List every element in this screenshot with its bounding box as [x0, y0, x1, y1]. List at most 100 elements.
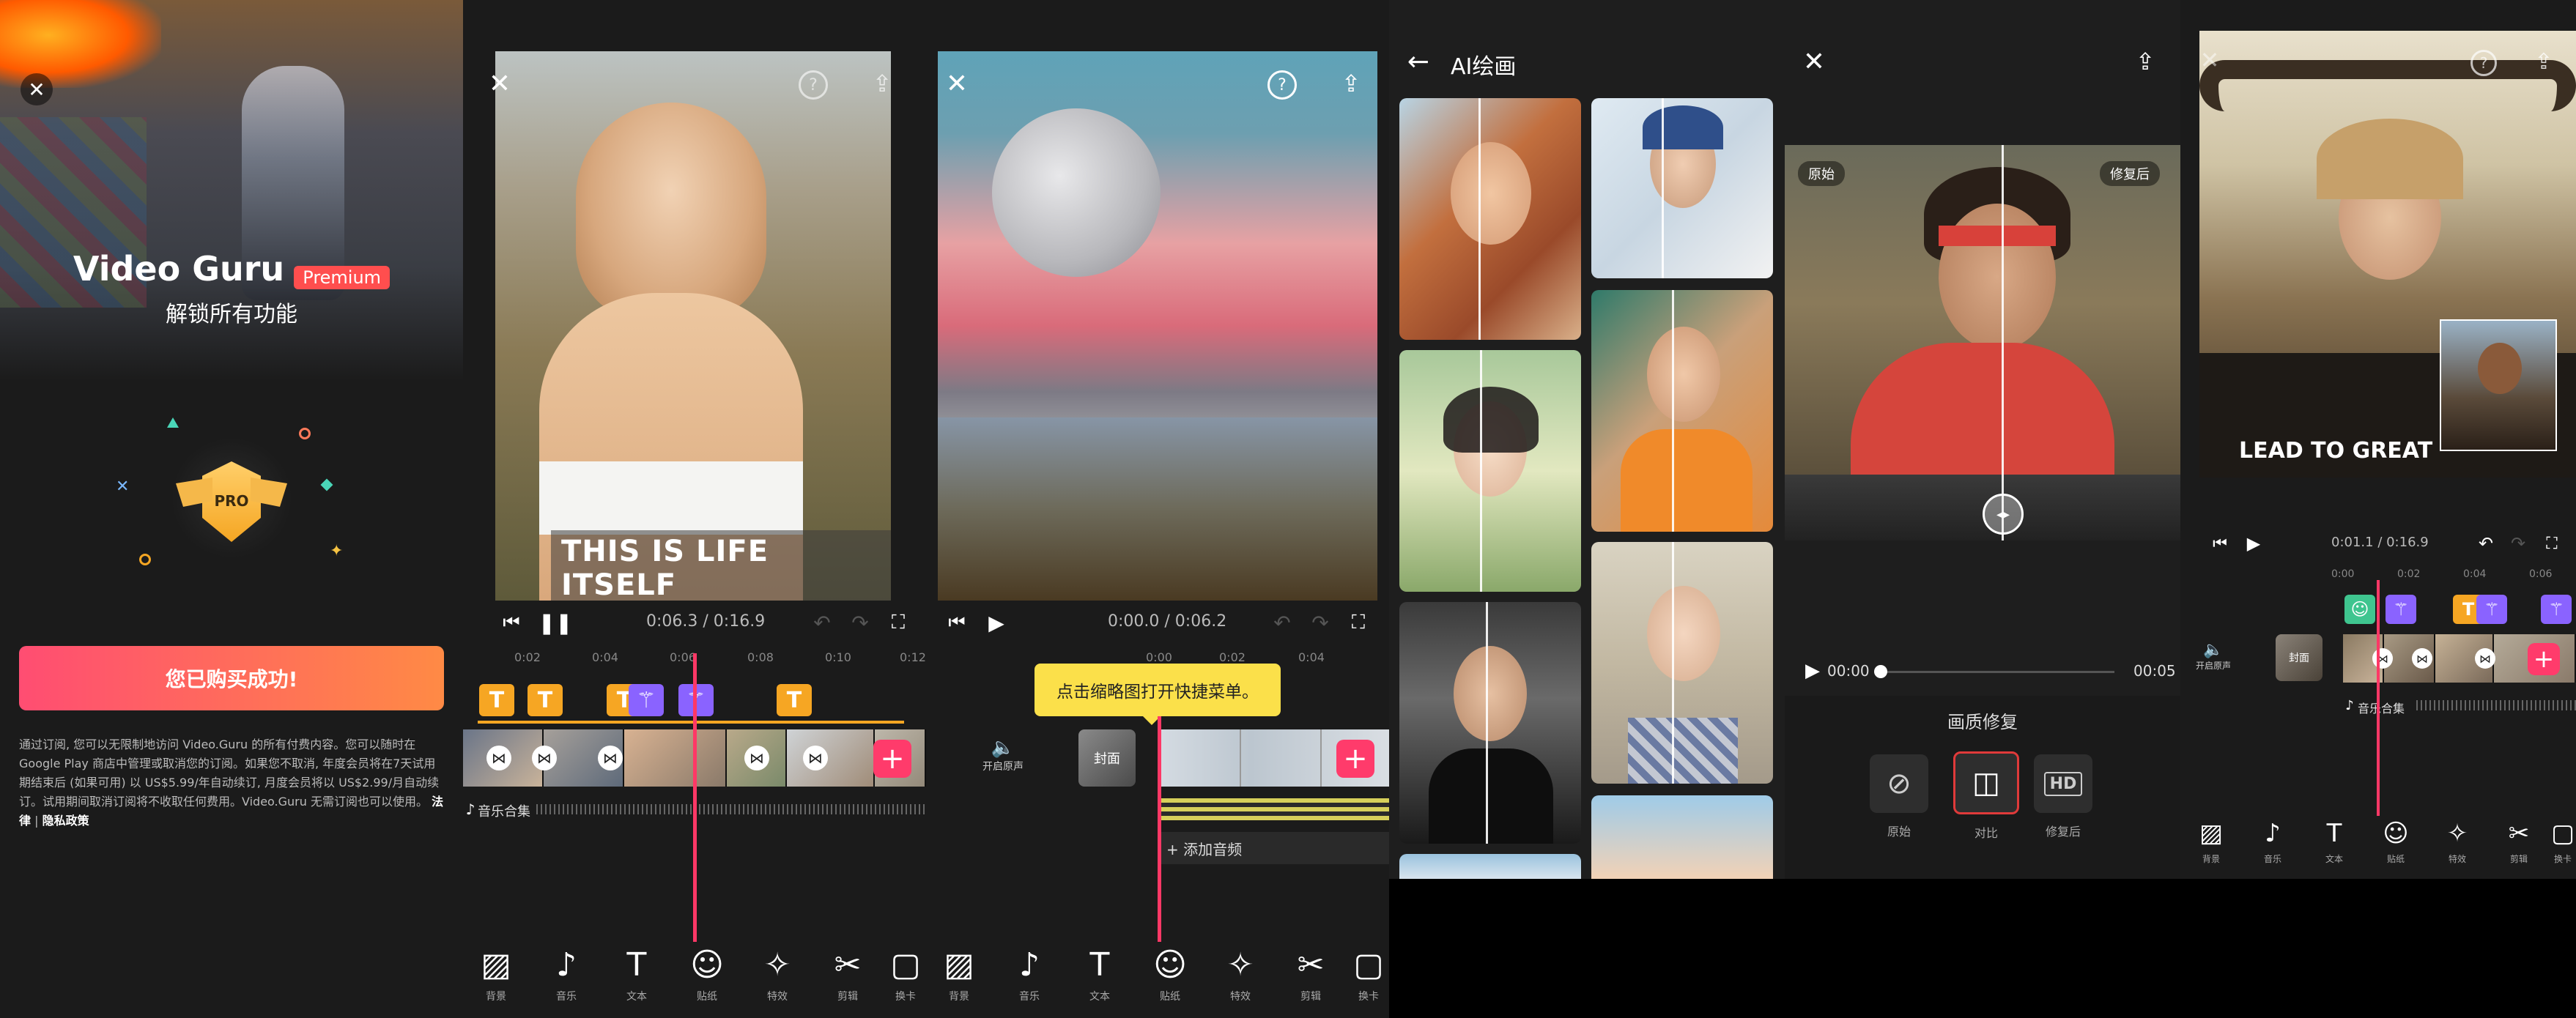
fullscreen-icon[interactable]: ⛶ [1344, 606, 1373, 639]
fullscreen-icon[interactable]: ⛶ [884, 606, 913, 639]
compare-line[interactable] [1478, 98, 1481, 340]
playhead[interactable] [693, 653, 697, 942]
cover-thumb[interactable]: 封面 [1078, 729, 1136, 787]
effect-marker[interactable]: ⚚ [629, 684, 664, 716]
cover-thumb[interactable]: 封面 [2276, 634, 2323, 681]
gallery-item[interactable] [1399, 98, 1581, 340]
tool-background[interactable]: ▨ 背景 [463, 945, 529, 1003]
effect-marker[interactable]: ⚚ [2541, 595, 2572, 624]
add-clip-button[interactable]: + [873, 740, 911, 778]
redo-icon[interactable]: ↷ [845, 606, 875, 639]
gallery-item[interactable] [1591, 542, 1773, 784]
tool-background[interactable]: ▨ 背景 [2180, 817, 2242, 865]
tool-text[interactable]: T 文本 [1067, 945, 1133, 1003]
option-original[interactable]: ⊘ 原始 [1870, 754, 1928, 839]
share-icon[interactable]: ⇪ [2528, 45, 2560, 78]
gallery-item[interactable] [1591, 98, 1773, 278]
tool-cut[interactable]: ✂ 剪辑 [1278, 945, 1344, 1003]
tool-music[interactable]: ♪ 音乐 [996, 945, 1062, 1003]
close-icon[interactable]: ✕ [484, 67, 516, 100]
compare-line[interactable] [1672, 542, 1674, 784]
redo-icon[interactable]: ↷ [1306, 606, 1335, 639]
original-sound-toggle[interactable]: 🔈 开启原声 [970, 737, 1036, 773]
play-icon[interactable]: ▶ [2240, 530, 2267, 557]
share-icon[interactable]: ⇪ [2129, 45, 2161, 78]
effect-marker[interactable]: ⚚ [2386, 595, 2416, 624]
transition-icon[interactable]: ⋈ [2372, 648, 2393, 669]
close-icon[interactable]: ✕ [21, 73, 53, 105]
transition-icon[interactable]: ⋈ [486, 746, 511, 770]
tool-text[interactable]: T 文本 [2303, 817, 2365, 865]
gallery-item[interactable] [1399, 350, 1581, 592]
help-icon[interactable]: ? [799, 70, 828, 100]
tool-replace[interactable]: ▢ 换卡 [1348, 945, 1389, 1003]
compare-line[interactable] [1662, 98, 1664, 278]
compare-handle-icon[interactable]: ◂▸ [1983, 494, 2024, 535]
text-marker[interactable]: T [777, 684, 812, 716]
help-icon[interactable]: ? [1267, 70, 1297, 100]
share-icon[interactable]: ⇪ [866, 67, 898, 100]
share-icon[interactable]: ⇪ [1335, 67, 1367, 100]
tool-music[interactable]: ♪ 音乐 [2242, 817, 2303, 865]
sticker-marker[interactable]: ☺ [2344, 595, 2375, 624]
transition-icon[interactable]: ⋈ [532, 746, 557, 770]
purchase-button[interactable]: 您已购买成功! [19, 646, 444, 710]
gallery-item[interactable] [1399, 854, 1581, 879]
gallery-item[interactable] [1591, 795, 1773, 879]
option-compare[interactable]: ◫ 对比 [1953, 751, 2019, 841]
tool-music[interactable]: ♪ 音乐 [533, 945, 599, 1003]
clip-thumb[interactable] [787, 729, 875, 787]
close-icon[interactable]: ✕ [2195, 45, 2224, 75]
compare-line[interactable] [1486, 602, 1488, 844]
undo-icon[interactable]: ↶ [2473, 530, 2498, 557]
help-icon[interactable]: ? [2470, 50, 2497, 76]
seek-bar[interactable] [1874, 665, 2114, 678]
play-icon[interactable]: ▶ [1798, 656, 1827, 686]
original-sound-toggle[interactable]: 🔈 开启原声 [2188, 640, 2239, 672]
option-repaired[interactable]: HD 修复后 [2034, 754, 2092, 839]
undo-icon[interactable]: ↶ [1267, 606, 1297, 639]
tool-sticker[interactable]: ☺ 贴纸 [674, 945, 740, 1003]
add-clip-button[interactable]: + [1336, 740, 1374, 778]
tool-sticker[interactable]: ☺ 贴纸 [2365, 817, 2427, 865]
gallery-item[interactable] [1591, 290, 1773, 532]
transition-icon[interactable]: ⋈ [744, 746, 769, 770]
skip-start-icon[interactable]: ⏮ [495, 606, 528, 639]
tool-replace[interactable]: ▢ 换卡 [2550, 817, 2576, 865]
tool-replace[interactable]: ▢ 换卡 [885, 945, 926, 1003]
clip-thumb[interactable] [624, 729, 727, 787]
compare-line[interactable] [2002, 145, 2004, 540]
transition-icon[interactable]: ⋈ [2412, 648, 2432, 669]
effect-marker[interactable]: ⚚ [2476, 595, 2507, 624]
playhead[interactable] [2377, 580, 2380, 816]
privacy-link[interactable]: 隐私政策 [42, 814, 89, 828]
redo-icon[interactable]: ↷ [2506, 530, 2531, 557]
tool-sticker[interactable]: ☺ 贴纸 [1137, 945, 1203, 1003]
add-audio-button[interactable]: + 添加音频 [1159, 832, 1389, 864]
close-icon[interactable]: ✕ [941, 67, 973, 100]
add-clip-button[interactable]: + [2528, 643, 2560, 675]
text-track[interactable] [1159, 798, 1389, 820]
seek-thumb[interactable] [1874, 665, 1887, 678]
fullscreen-icon[interactable]: ⛶ [2539, 530, 2564, 557]
pip-overlay[interactable] [2440, 319, 2557, 451]
tool-effects[interactable]: ✧ 特效 [744, 945, 810, 1003]
tool-cut[interactable]: ✂ 剪辑 [2488, 817, 2550, 865]
text-marker[interactable]: T [479, 684, 514, 716]
gallery-item[interactable] [1399, 602, 1581, 844]
skip-start-icon[interactable]: ⏮ [941, 606, 973, 639]
undo-icon[interactable]: ↶ [807, 606, 837, 639]
transition-icon[interactable]: ⋈ [803, 746, 828, 770]
compare-line[interactable] [1480, 350, 1482, 592]
pause-icon[interactable]: ❚❚ [538, 606, 573, 639]
text-marker[interactable]: T [528, 684, 563, 716]
play-icon[interactable]: ▶ [980, 606, 1013, 639]
skip-start-icon[interactable]: ⏮ [2207, 530, 2233, 557]
tool-background[interactable]: ▨ 背景 [926, 945, 992, 1003]
back-arrow-icon[interactable]: ← [1402, 45, 1435, 78]
tool-effects[interactable]: ✧ 特效 [2427, 817, 2488, 865]
tool-cut[interactable]: ✂ 剪辑 [815, 945, 881, 1003]
transition-icon[interactable]: ⋈ [598, 746, 623, 770]
playhead[interactable] [1158, 716, 1161, 942]
tool-effects[interactable]: ✧ 特效 [1207, 945, 1273, 1003]
